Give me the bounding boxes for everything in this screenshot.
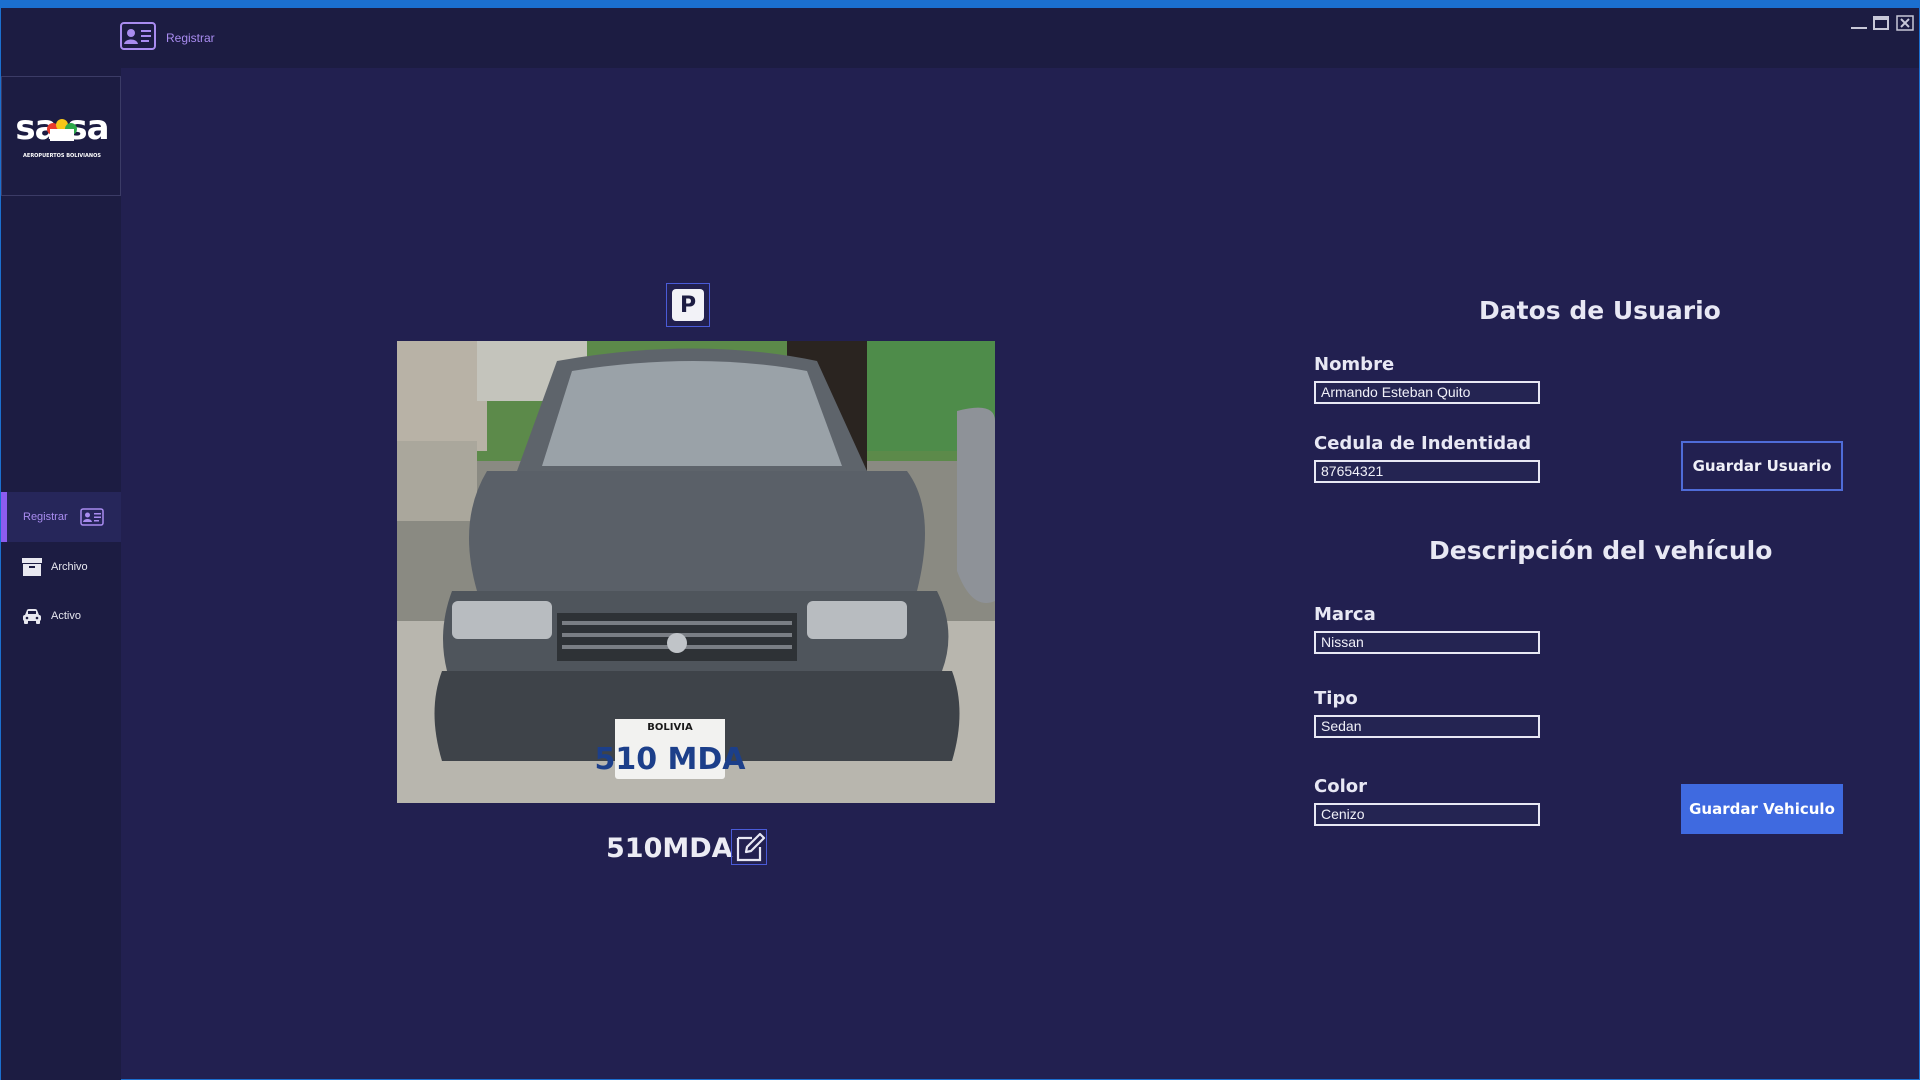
- sidebar-item-archivo[interactable]: Archivo: [1, 542, 121, 592]
- tipo-field[interactable]: Sedan: [1314, 715, 1540, 738]
- car-icon: [23, 609, 41, 624]
- close-icon[interactable]: [1895, 14, 1915, 32]
- nombre-label: Nombre: [1314, 354, 1395, 375]
- color-field[interactable]: Cenizo: [1314, 803, 1540, 826]
- parking-icon: P: [672, 289, 704, 321]
- vehicle-section-title: Descripción del vehículo: [1429, 536, 1773, 565]
- edit-icon: [736, 832, 766, 862]
- app-window: Registrar sa sa AEROPUERTOS BOLIVIANOS R…: [0, 0, 1920, 1080]
- marca-field[interactable]: Nissan: [1314, 631, 1540, 654]
- id-card-icon: [120, 22, 156, 50]
- id-card-icon: [79, 508, 104, 526]
- sidebar-item-label: Archivo: [51, 561, 88, 573]
- photo-plate-country: BOLIVIA: [647, 722, 693, 733]
- parking-button[interactable]: P: [666, 283, 710, 327]
- marca-label: Marca: [1314, 604, 1376, 625]
- tipo-label: Tipo: [1314, 688, 1358, 709]
- save-vehicle-button[interactable]: Guardar Vehiculo: [1681, 784, 1843, 834]
- title-bar: Registrar: [1, 8, 1919, 68]
- save-user-button[interactable]: Guardar Usuario: [1681, 441, 1843, 491]
- cedula-label: Cedula de Indentidad: [1314, 433, 1532, 454]
- minimize-icon[interactable]: [1849, 14, 1869, 32]
- vehicle-photo: BOLIVIA 510 MDA: [397, 341, 995, 803]
- sidebar-item-activo[interactable]: Activo: [1, 591, 121, 641]
- photo-plate-number: 510 MDA: [594, 742, 746, 777]
- plate-number: 510MDA: [606, 833, 733, 864]
- user-section-title: Datos de Usuario: [1479, 296, 1721, 325]
- title-bar-label[interactable]: Registrar: [166, 31, 215, 45]
- sabsa-logo: sa sa AEROPUERTOS BOLIVIANOS: [1, 76, 121, 196]
- nombre-field[interactable]: Armando Esteban Quito: [1314, 381, 1540, 404]
- svg-text:AEROPUERTOS BOLIVIANOS: AEROPUERTOS BOLIVIANOS: [23, 153, 101, 159]
- color-label: Color: [1314, 776, 1367, 797]
- sidebar-item-label: Registrar: [23, 511, 68, 523]
- maximize-icon[interactable]: [1871, 14, 1891, 32]
- cedula-field[interactable]: 87654321: [1314, 460, 1540, 483]
- sidebar-item-label: Activo: [51, 610, 81, 622]
- archive-box-icon: [22, 558, 42, 576]
- sidebar: sa sa AEROPUERTOS BOLIVIANOS Registrar A…: [1, 68, 121, 1080]
- sidebar-item-registrar[interactable]: Registrar: [1, 492, 121, 542]
- edit-plate-button[interactable]: [731, 829, 767, 865]
